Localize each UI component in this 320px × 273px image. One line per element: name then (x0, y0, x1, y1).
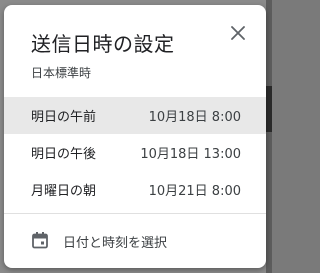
background-block (266, 86, 272, 132)
calendar-icon (32, 232, 48, 249)
schedule-send-dialog: 送信日時の設定 日本標準時 明日の午前 10月18日 8:00 明日の午後 10… (4, 5, 266, 268)
close-button[interactable] (226, 21, 250, 45)
option-time: 10月18日 13:00 (140, 147, 241, 162)
option-tomorrow-afternoon[interactable]: 明日の午後 10月18日 13:00 (4, 134, 266, 171)
option-monday-morning[interactable]: 月曜日の朝 10月21日 8:00 (4, 171, 266, 208)
divider (4, 213, 266, 214)
option-time: 10月18日 8:00 (148, 110, 241, 125)
option-tomorrow-morning[interactable]: 明日の午前 10月18日 8:00 (4, 97, 266, 134)
schedule-options-list: 明日の午前 10月18日 8:00 明日の午後 10月18日 13:00 月曜日… (4, 97, 266, 208)
close-icon (231, 26, 245, 40)
option-label: 明日の午前 (31, 110, 97, 125)
option-label: 月曜日の朝 (31, 184, 97, 199)
option-time: 10月21日 8:00 (148, 184, 241, 199)
dialog-title: 送信日時の設定 (31, 32, 175, 56)
pick-date-time-label: 日付と時刻を選択 (63, 235, 168, 251)
option-label: 明日の午後 (31, 147, 97, 162)
timezone-label: 日本標準時 (31, 66, 92, 80)
background-strip (266, 0, 272, 273)
pick-date-time-button[interactable]: 日付と時刻を選択 (4, 221, 266, 261)
